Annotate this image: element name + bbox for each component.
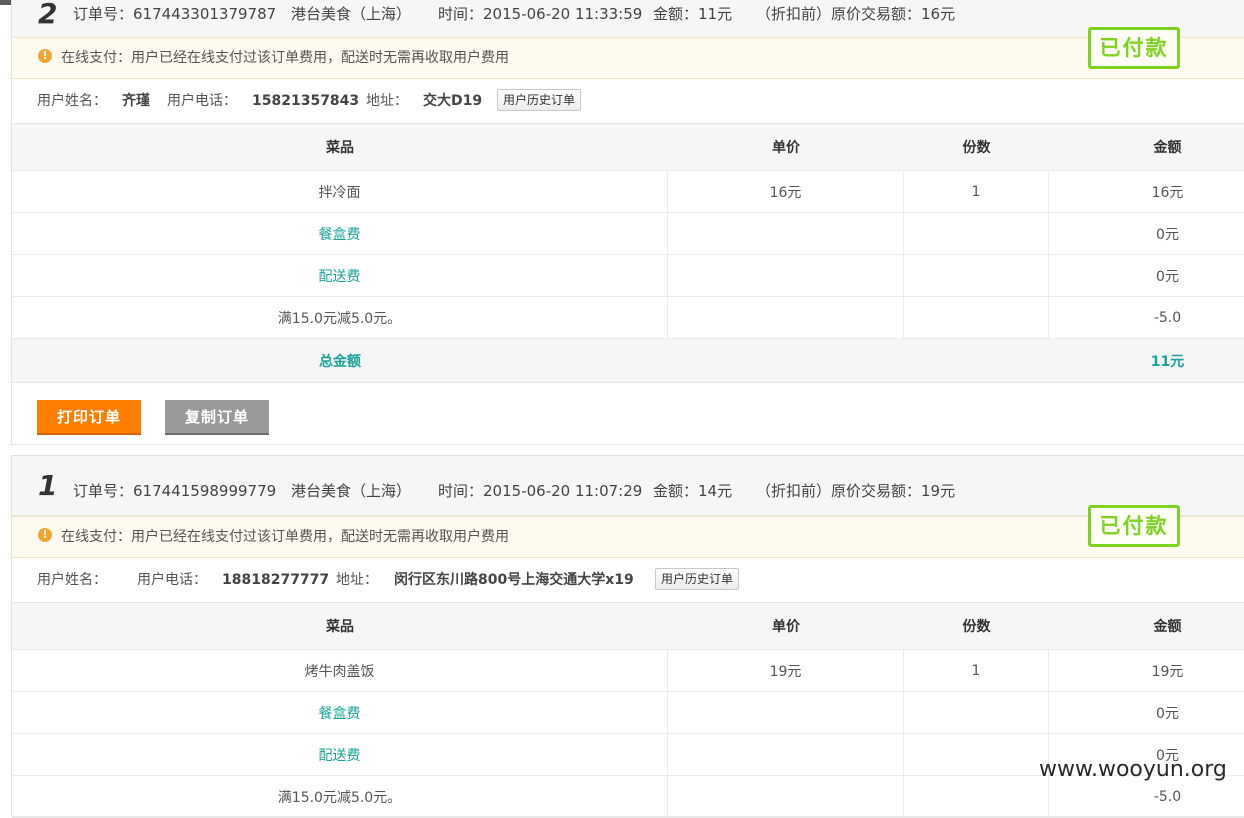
table-header-row: 菜品 单价 份数 金额 bbox=[12, 124, 1244, 171]
customer-phone-label: 用户电话： bbox=[137, 572, 207, 588]
order-sequence-number: 2 bbox=[38, 0, 58, 30]
order-sequence-number: 1 bbox=[38, 469, 58, 502]
item-price bbox=[668, 692, 904, 733]
item-name: 满15.0元减5.0元。 bbox=[12, 776, 668, 817]
item-qty bbox=[904, 297, 1049, 338]
customer-info: 用户姓名： 用户电话： 18818277777 地址： 闵行区东川路800号上海… bbox=[12, 557, 1244, 603]
item-qty: 1 bbox=[904, 171, 1049, 212]
customer-name: 齐瑾 bbox=[122, 93, 150, 109]
customer-address: 交大D19 bbox=[423, 93, 483, 109]
order-number: 订单号：617443301379787 bbox=[73, 5, 277, 23]
item-name: 拌冷面 bbox=[12, 171, 668, 212]
table-row: 满15.0元减5.0元。 -5.0 bbox=[12, 776, 1244, 818]
item-price bbox=[668, 734, 904, 775]
payment-notice-text: 在线支付：用户已经在线支付过该订单费用，配送时无需再收取用户费用 bbox=[61, 50, 509, 66]
warning-icon: ! bbox=[38, 528, 52, 542]
paid-stamp: 已付款 bbox=[1088, 505, 1180, 547]
item-total: 16元 bbox=[1151, 184, 1184, 201]
total-amount: 11元 bbox=[1150, 353, 1185, 370]
payment-notice-text: 在线支付：用户已经在线支付过该订单费用，配送时无需再收取用户费用 bbox=[61, 529, 509, 545]
print-order-button[interactable]: 打印订单 bbox=[37, 400, 141, 435]
item-name: 餐盒费 bbox=[12, 213, 668, 254]
header-amount: 金额 bbox=[1153, 140, 1182, 156]
table-header-row: 菜品 单价 份数 金额 bbox=[12, 603, 1244, 650]
paid-stamp: 已付款 bbox=[1088, 27, 1180, 69]
item-price bbox=[668, 255, 904, 296]
customer-address-label: 地址： bbox=[366, 93, 408, 109]
user-history-button[interactable]: 用户历史订单 bbox=[497, 89, 582, 111]
item-total: 0元 bbox=[1156, 226, 1179, 243]
customer-address-label: 地址： bbox=[336, 572, 378, 588]
item-qty bbox=[904, 255, 1049, 296]
order-number: 订单号：617441598999779 bbox=[73, 482, 277, 500]
customer-phone: 15821357843 bbox=[252, 93, 360, 109]
customer-name-label: 用户姓名： bbox=[37, 93, 107, 109]
order-card: 2 订单号：617443301379787 港台美食（上海） 时间：2015-0… bbox=[11, 0, 1244, 445]
header-unit-price: 单价 bbox=[772, 140, 800, 156]
header-dish: 菜品 bbox=[326, 140, 354, 156]
order-time: 时间：2015-06-20 11:07:29 bbox=[438, 482, 643, 500]
customer-info: 用户姓名： 齐瑾 用户电话： 15821357843 地址： 交大D19 用户历… bbox=[12, 78, 1244, 124]
original-amount: （折扣前）原价交易额：19元 bbox=[756, 482, 956, 500]
order-items-table: 菜品 单价 份数 金额 拌冷面 16元 1 16元 餐盒费 0元 配送费 0元 … bbox=[12, 123, 1244, 383]
header-amount: 金额 bbox=[1153, 619, 1182, 635]
shop-name: 港台美食（上海） bbox=[291, 5, 412, 23]
payment-notice: ! 在线支付：用户已经在线支付过该订单费用，配送时无需再收取用户费用 bbox=[12, 516, 1244, 558]
item-total: -5.0 bbox=[1153, 309, 1182, 326]
customer-phone-label: 用户电话： bbox=[167, 93, 237, 109]
customer-name-label: 用户姓名： bbox=[37, 572, 107, 588]
item-price: 16元 bbox=[668, 171, 904, 212]
item-price bbox=[668, 776, 904, 817]
table-row: 满15.0元减5.0元。 -5.0 bbox=[12, 297, 1244, 339]
header-dish: 菜品 bbox=[326, 619, 354, 635]
order-header: 1 订单号：617441598999779 港台美食（上海） 时间：2015-0… bbox=[12, 456, 1244, 516]
header-qty: 份数 bbox=[962, 140, 991, 156]
item-qty bbox=[904, 692, 1049, 733]
item-name: 配送费 bbox=[12, 255, 668, 296]
header-qty: 份数 bbox=[962, 619, 991, 635]
table-row: 餐盒费 0元 bbox=[12, 213, 1244, 255]
order-amount: 金额：11元 bbox=[653, 5, 733, 23]
item-total: 0元 bbox=[1156, 705, 1179, 722]
order-amount: 金额：14元 bbox=[653, 482, 733, 500]
order-items-table: 菜品 单价 份数 金额 烤牛肉盖饭 19元 1 19元 餐盒费 0元 配送费 0… bbox=[12, 602, 1244, 818]
item-price bbox=[668, 297, 904, 338]
item-price bbox=[668, 213, 904, 254]
table-row: 拌冷面 16元 1 16元 bbox=[12, 171, 1244, 213]
item-name: 配送费 bbox=[12, 734, 668, 775]
total-row: 总金额 11元 bbox=[12, 339, 1244, 383]
item-name: 满15.0元减5.0元。 bbox=[12, 297, 668, 338]
item-price: 19元 bbox=[668, 650, 904, 691]
customer-phone: 18818277777 bbox=[222, 572, 330, 588]
warning-icon: ! bbox=[38, 49, 52, 63]
customer-address: 闵行区东川路800号上海交通大学x19 bbox=[394, 572, 634, 588]
item-qty bbox=[904, 213, 1049, 254]
order-time: 时间：2015-06-20 11:33:59 bbox=[438, 5, 643, 23]
payment-notice: ! 在线支付：用户已经在线支付过该订单费用，配送时无需再收取用户费用 bbox=[12, 37, 1244, 79]
shop-name: 港台美食（上海） bbox=[291, 482, 412, 500]
item-name: 烤牛肉盖饭 bbox=[12, 650, 668, 691]
item-total: -5.0 bbox=[1153, 788, 1182, 805]
item-total: 19元 bbox=[1151, 663, 1184, 680]
original-amount: （折扣前）原价交易额：16元 bbox=[756, 5, 956, 23]
header-unit-price: 单价 bbox=[772, 619, 800, 635]
item-qty bbox=[904, 734, 1049, 775]
watermark: www.wooyun.org bbox=[1039, 757, 1227, 782]
item-name: 餐盒费 bbox=[12, 692, 668, 733]
table-row: 餐盒费 0元 bbox=[12, 692, 1244, 734]
item-qty: 1 bbox=[904, 650, 1049, 691]
table-row: 配送费 0元 bbox=[12, 255, 1244, 297]
total-label: 总金额 bbox=[319, 353, 361, 370]
copy-order-button[interactable]: 复制订单 bbox=[165, 400, 269, 435]
item-total: 0元 bbox=[1156, 268, 1179, 285]
table-row: 烤牛肉盖饭 19元 1 19元 bbox=[12, 650, 1244, 692]
item-qty bbox=[904, 776, 1049, 817]
user-history-button[interactable]: 用户历史订单 bbox=[655, 568, 740, 590]
